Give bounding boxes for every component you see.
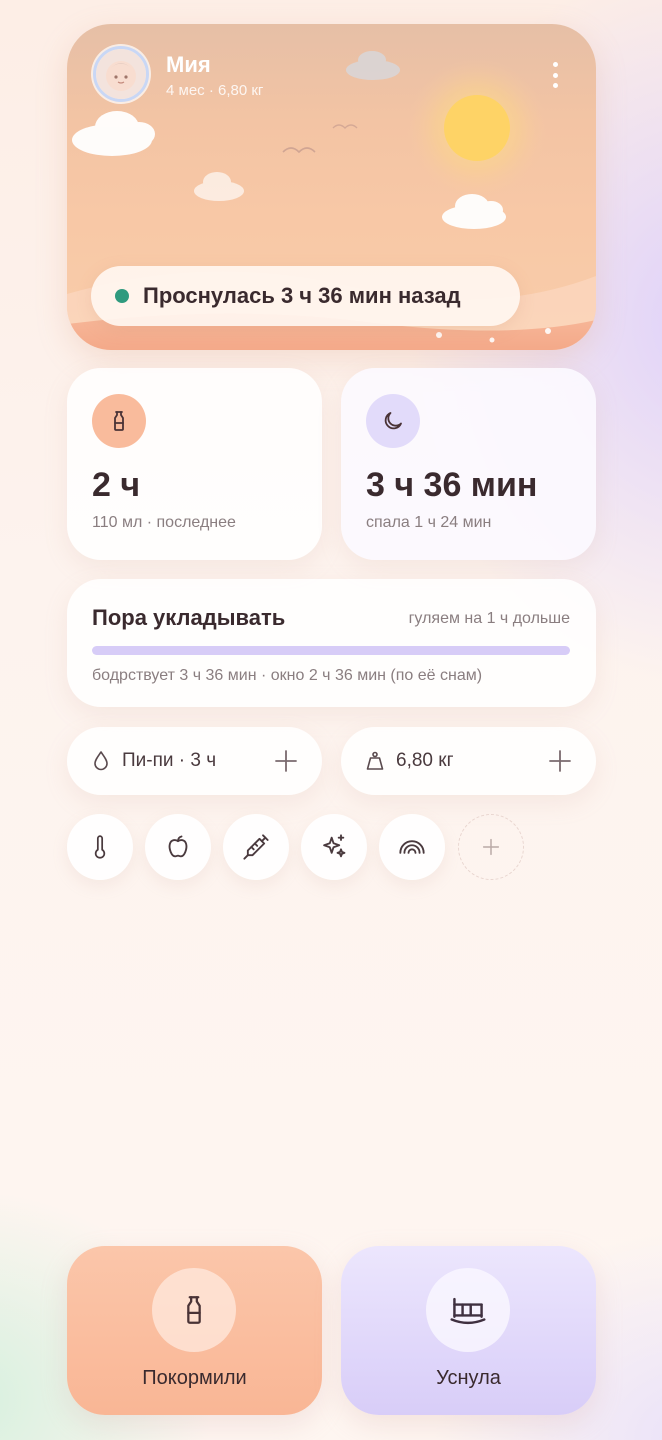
- add-quick-action-button[interactable]: [458, 814, 524, 880]
- syringe-icon: [243, 834, 269, 860]
- sleep-window-title: Пора укладывать: [92, 605, 286, 630]
- last-feed-card[interactable]: 2 ч 110 мл · последнее: [67, 368, 322, 560]
- status-dot: [115, 289, 129, 303]
- vaccine-button[interactable]: [223, 814, 289, 880]
- food-button[interactable]: [145, 814, 211, 880]
- baby-meta: 4 мес · 6,80 кг: [166, 82, 264, 99]
- fed-button[interactable]: Покормили: [67, 1246, 322, 1415]
- rainbow-icon: [399, 840, 425, 854]
- thermometer-button[interactable]: [67, 814, 133, 880]
- baby-avatar-icon: [96, 49, 146, 99]
- sparkle-icon: [323, 834, 346, 858]
- apple-icon: [168, 835, 188, 858]
- milestone-button[interactable]: [301, 814, 367, 880]
- sleep-window-sub: бодрствует 3 ч 36 мин · окно 2 ч 36 мин …: [92, 667, 483, 684]
- baby-name: Мия: [166, 52, 211, 77]
- awake-progress-fill: [92, 646, 570, 655]
- add-pee-plus-icon[interactable]: [272, 747, 300, 775]
- awake-progress-bar: [92, 646, 570, 655]
- weight-icon: [366, 751, 384, 770]
- weight-card[interactable]: 6,80 кг: [341, 727, 596, 795]
- moon-icon: [366, 394, 420, 448]
- pee-card[interactable]: Пи-пи · 3 ч: [67, 727, 322, 795]
- feed-sub: 110 мл · последнее: [92, 514, 236, 531]
- fell-asleep-button-label: Уснула: [436, 1367, 501, 1389]
- sleep-value: 3 ч 36 мин: [366, 466, 538, 504]
- feed-value: 2 ч: [92, 466, 141, 504]
- bottle-icon: [152, 1268, 236, 1352]
- more-menu-icon[interactable]: [543, 60, 567, 90]
- thermometer-icon: [94, 835, 106, 859]
- sleep-sub: спала 1 ч 24 мин: [366, 514, 492, 531]
- fell-asleep-button[interactable]: Уснула: [341, 1246, 596, 1415]
- weight-label: 6,80 кг: [396, 750, 454, 771]
- hero-banner: Мия 4 мес · 6,80 кг Проснулась 3 ч 36 ми…: [67, 24, 596, 350]
- bottle-icon: [92, 394, 146, 448]
- quick-actions-row: [67, 814, 596, 880]
- last-sleep-card[interactable]: 3 ч 36 мин спала 1 ч 24 мин: [341, 368, 596, 560]
- awake-status-pill[interactable]: Проснулась 3 ч 36 мин назад: [91, 266, 520, 326]
- sleep-window-card[interactable]: Пора укладывать гуляем на 1 ч дольше бод…: [67, 579, 596, 707]
- avatar[interactable]: [93, 46, 149, 102]
- pee-label: Пи-пи · 3 ч: [122, 750, 217, 771]
- sleep-window-extra: гуляем на 1 ч дольше: [408, 610, 570, 627]
- plus-icon: [482, 838, 500, 856]
- fed-button-label: Покормили: [142, 1367, 247, 1389]
- crib-icon: [426, 1268, 510, 1352]
- add-weight-plus-icon[interactable]: [546, 747, 574, 775]
- drop-icon: [94, 751, 108, 771]
- play-button[interactable]: [379, 814, 445, 880]
- status-text: Проснулась 3 ч 36 мин назад: [143, 283, 461, 308]
